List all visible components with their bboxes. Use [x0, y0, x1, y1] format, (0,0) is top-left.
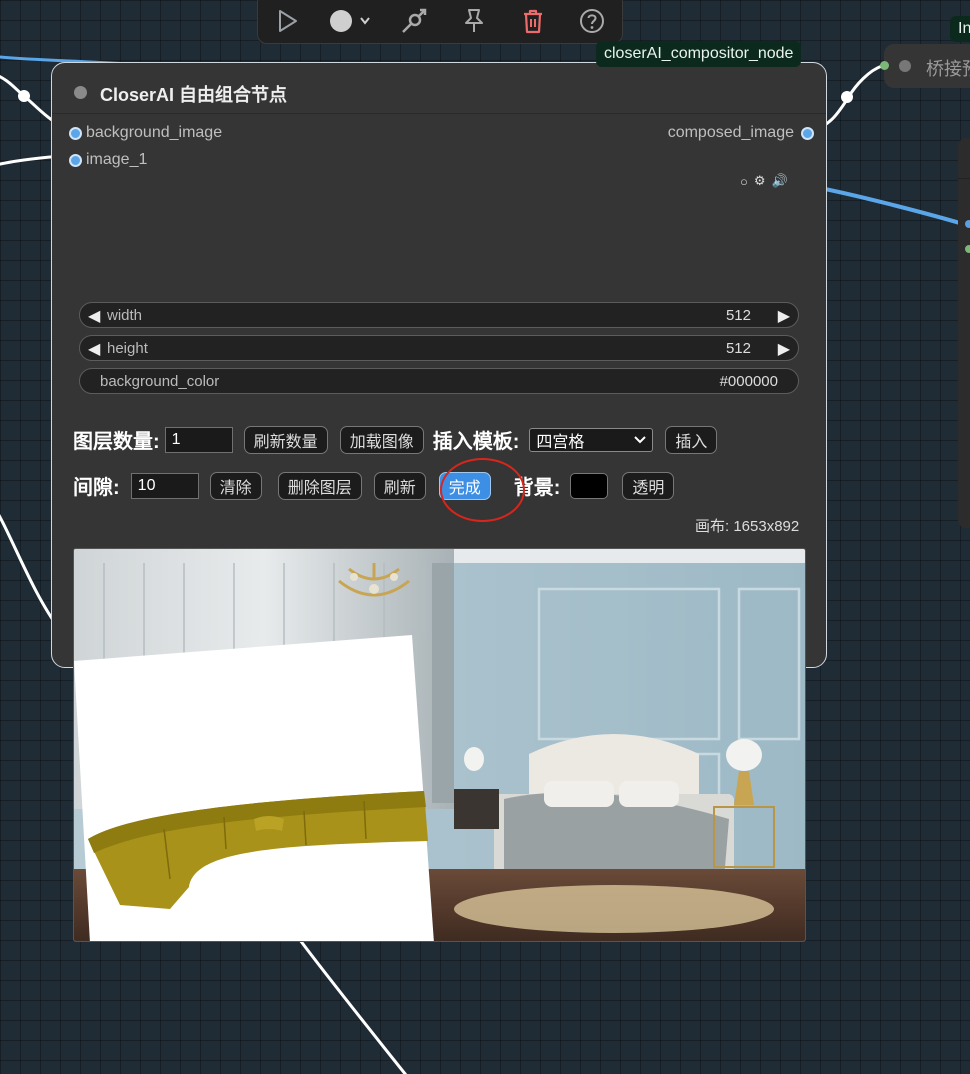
widget-value: 512 — [725, 307, 751, 324]
input-slot-background-image[interactable]: background_image — [69, 124, 223, 142]
action-control-row: 间隙: 10 清除 删除图层 刷新 完成 背景: 透明 — [73, 471, 675, 500]
canvas-preview[interactable] — [73, 548, 806, 942]
right-node-badge: In — [950, 16, 970, 42]
increment-arrow-icon[interactable]: ▶ — [778, 306, 790, 326]
bridge-node[interactable]: 桥接预 — [880, 44, 970, 88]
widget-label: background_color — [100, 373, 220, 390]
run-button[interactable] — [268, 3, 308, 39]
delete-layer-button[interactable]: 删除图层 — [277, 471, 362, 500]
widget-value: #000000 — [719, 373, 778, 390]
bridge-input-dot[interactable] — [880, 61, 889, 70]
bypass-icon — [402, 8, 427, 33]
layer-count-input[interactable]: 1 — [164, 426, 233, 453]
gear-icon[interactable]: ⚙ — [754, 173, 766, 189]
template-select[interactable]: 四宫格 — [529, 427, 654, 452]
delete-icon — [523, 9, 542, 34]
output-slot-composed-image[interactable]: composed_image — [667, 124, 814, 142]
color-button[interactable] — [327, 3, 375, 39]
output-slot-label: composed_image — [667, 124, 794, 141]
widget-label: width — [107, 307, 143, 324]
template-label: 插入模板: — [432, 431, 520, 453]
layer-control-row: 图层数量: 1 刷新数量 加载图像 插入模板: 四宫格 插入 — [73, 425, 718, 454]
input-dot-icon[interactable] — [69, 127, 82, 140]
transparent-button[interactable]: 透明 — [622, 471, 675, 500]
bridge-node-title: 桥接预 — [926, 59, 970, 79]
output-dot-icon[interactable] — [801, 127, 814, 140]
widget-value: 512 — [725, 340, 751, 357]
right-node-input-dot[interactable] — [965, 220, 970, 228]
increment-arrow-icon[interactable]: ▶ — [778, 339, 790, 359]
node-title: CloserAI 自由组合节点 — [100, 85, 288, 105]
right-node-edge — [958, 138, 970, 528]
input-dot-icon[interactable] — [69, 154, 82, 167]
input-slot-image-1[interactable]: image_1 — [69, 151, 148, 169]
decrement-arrow-icon[interactable]: ◀ — [88, 339, 100, 359]
done-button[interactable]: 完成 — [438, 471, 491, 500]
color-dot-icon — [329, 10, 370, 32]
gap-input[interactable]: 10 — [130, 472, 199, 499]
help-icon — [580, 9, 605, 33]
background-color-swatch[interactable] — [570, 472, 609, 499]
node-toolbar — [257, 0, 623, 44]
refresh-button[interactable]: 刷新 — [373, 471, 426, 500]
chevron-down-icon — [634, 435, 647, 443]
load-image-button[interactable]: 加载图像 — [339, 425, 424, 454]
canvas-size-label: 画布: 1653x892 — [695, 518, 800, 535]
refresh-count-button[interactable]: 刷新数量 — [243, 425, 328, 454]
node-header[interactable]: CloserAI 自由组合节点 — [52, 63, 826, 114]
bypass-button[interactable] — [394, 3, 434, 39]
node-collapse-dot[interactable] — [74, 86, 87, 99]
background-label: 背景: — [513, 477, 561, 499]
bridge-state-dot — [899, 60, 911, 72]
node-type-badge: closerAI_compositor_node — [596, 41, 802, 67]
background-color-widget[interactable]: background_color #000000 — [79, 368, 799, 394]
pin-icon — [464, 9, 483, 32]
insert-button[interactable]: 插入 — [665, 425, 718, 454]
template-selected-value: 四宫格 — [536, 433, 585, 451]
input-slot-label: background_image — [86, 124, 223, 141]
run-icon — [278, 10, 297, 32]
circle-icon[interactable]: ○ — [740, 174, 748, 189]
width-widget[interactable]: ◀ width 512 ▶ — [79, 302, 799, 328]
clear-button[interactable]: 清除 — [209, 471, 262, 500]
right-node-input-dot[interactable] — [965, 245, 970, 253]
gap-label: 间隙: — [73, 477, 120, 499]
bedroom-background-image — [74, 549, 805, 941]
delete-button[interactable] — [513, 3, 553, 39]
layer-count-label: 图层数量: — [73, 431, 160, 453]
node-mini-icons: ○ ⚙ 🔊 — [740, 173, 788, 189]
pin-button[interactable] — [454, 3, 494, 39]
decrement-arrow-icon[interactable]: ◀ — [88, 306, 100, 326]
height-widget[interactable]: ◀ height 512 ▶ — [79, 335, 799, 361]
widget-label: height — [107, 340, 148, 357]
input-slot-label: image_1 — [86, 151, 148, 168]
speaker-icon[interactable]: 🔊 — [772, 173, 788, 189]
help-button[interactable] — [572, 3, 612, 39]
